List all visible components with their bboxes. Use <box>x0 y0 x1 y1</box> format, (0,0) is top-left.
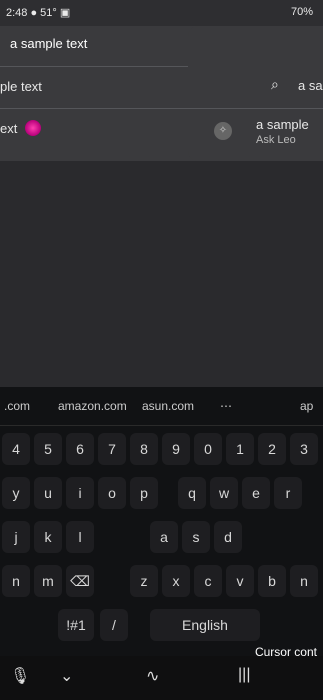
key-1[interactable]: 1 <box>226 433 254 465</box>
key-a[interactable]: a <box>150 521 178 553</box>
search-icon: ⌕ <box>271 76 279 92</box>
key-6[interactable]: 6 <box>66 433 94 465</box>
status-time: 2:48 <box>6 7 28 19</box>
backspace-icon[interactable]: ⌫ <box>66 565 94 597</box>
keyboard[interactable]: .com amazon.com asun.com ⋯ ap 4 5 6 7 8 … <box>0 387 323 659</box>
key-i[interactable]: i <box>66 477 94 509</box>
right-row-2-sub: Ask Leo <box>256 134 296 146</box>
right-row-1[interactable]: ⌕ a sa <box>188 66 323 109</box>
suggestion-more[interactable]: ⋯ <box>220 399 232 413</box>
key-b[interactable]: b <box>258 565 286 597</box>
key-y[interactable]: y <box>2 477 30 509</box>
status-bar: 2:48 ● 51° ▣ 70% <box>0 0 323 26</box>
row-4: !#1 / English <box>0 603 323 647</box>
right-row-2-title: a sample <box>256 117 309 132</box>
empty-area <box>0 161 323 387</box>
key-m[interactable]: m <box>34 565 62 597</box>
key-7[interactable]: 7 <box>98 433 126 465</box>
key-4[interactable]: 4 <box>2 433 30 465</box>
suggestion-bar: .com amazon.com asun.com ⋯ ap <box>0 387 323 426</box>
key-q[interactable]: q <box>178 477 206 509</box>
search-input[interactable]: a sample text <box>10 36 87 51</box>
apps-icon[interactable]: ||| <box>238 666 250 684</box>
key-v[interactable]: v <box>226 565 254 597</box>
pink-dot-icon <box>25 120 41 136</box>
key-2[interactable]: 2 <box>258 433 286 465</box>
status-icons: ● 51° ▣ <box>30 7 71 19</box>
status-left: 2:48 ● 51° ▣ <box>6 6 70 19</box>
key-0[interactable]: 0 <box>194 433 222 465</box>
key-5[interactable]: 5 <box>34 433 62 465</box>
right-suggestion-panel: ⌕ a sa ✧ a sample Ask Leo <box>188 26 323 161</box>
key-8[interactable]: 8 <box>130 433 158 465</box>
key-o[interactable]: o <box>98 477 126 509</box>
key-c[interactable]: c <box>194 565 222 597</box>
suggestion-5[interactable]: ap <box>300 399 313 413</box>
key-n[interactable]: n <box>2 565 30 597</box>
suggestion-label-2: ext <box>0 121 18 136</box>
key-k[interactable]: k <box>34 521 62 553</box>
mic-icon[interactable]: 🎙 <box>10 666 30 686</box>
suggestion-3[interactable]: asun.com <box>142 399 194 413</box>
recent-icon[interactable]: ∿ <box>146 666 159 686</box>
assistant-icon: ✧ <box>214 122 232 140</box>
number-row: 4 5 6 7 8 9 0 1 2 3 <box>0 427 323 471</box>
row-3: n m ⌫ z x c v b n <box>0 559 323 603</box>
key-w[interactable]: w <box>210 477 238 509</box>
key-l[interactable]: l <box>66 521 94 553</box>
space-key[interactable]: English <box>150 609 260 641</box>
key-p[interactable]: p <box>130 477 158 509</box>
key-x[interactable]: x <box>162 565 190 597</box>
key-n2[interactable]: n <box>290 565 318 597</box>
suggestion-label-1: ple text <box>0 79 42 94</box>
right-row-2-label: a sample Ask Leo <box>256 118 309 147</box>
row-1: y u i o p q w e r <box>0 471 323 515</box>
right-row-1-label: a sa <box>298 78 323 93</box>
key-z[interactable]: z <box>130 565 158 597</box>
row-2: j k l a s d Cursor cont <box>0 515 323 659</box>
suggestion-2[interactable]: amazon.com <box>58 399 127 413</box>
key-9[interactable]: 9 <box>162 433 190 465</box>
battery: 70% <box>290 6 313 18</box>
symbols-key[interactable]: !#1 <box>58 609 94 641</box>
key-d[interactable]: d <box>214 521 242 553</box>
chevron-down-icon[interactable]: ⌄ <box>60 666 73 686</box>
key-e[interactable]: e <box>242 477 270 509</box>
slash-key[interactable]: / <box>100 609 128 641</box>
key-r[interactable]: r <box>274 477 302 509</box>
key-s[interactable]: s <box>182 521 210 553</box>
key-3[interactable]: 3 <box>290 433 318 465</box>
right-row-2[interactable]: ✧ a sample Ask Leo <box>188 108 323 150</box>
suggestion-1[interactable]: .com <box>4 399 30 413</box>
navigation-bar: 🎙 ⌄ ∿ ||| <box>0 656 323 700</box>
key-j[interactable]: j <box>2 521 30 553</box>
key-u[interactable]: u <box>34 477 62 509</box>
